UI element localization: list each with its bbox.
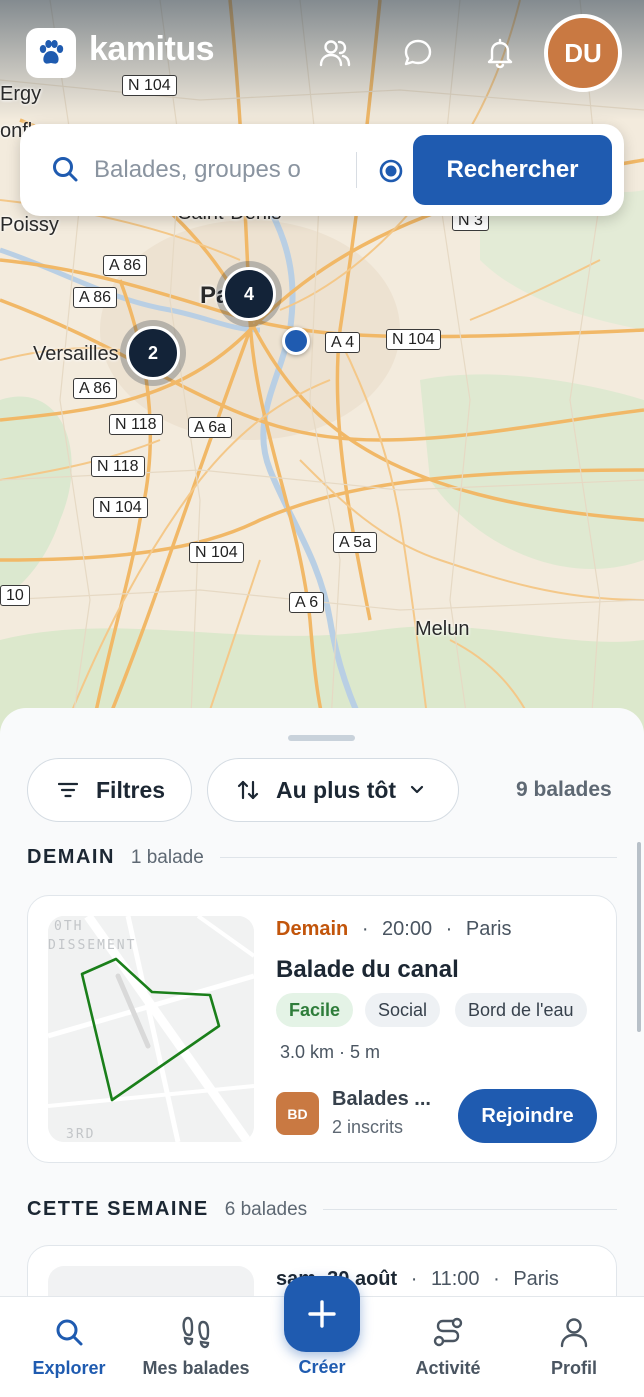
section-header: DEMAIN 1 balade	[27, 846, 617, 869]
walk-day: Demain	[276, 918, 349, 940]
road-label: A 4	[325, 332, 361, 353]
walk-time: 20:00	[382, 918, 433, 940]
nav-label: Activité	[415, 1358, 481, 1378]
locate-me-button[interactable]	[372, 152, 410, 190]
cluster-count: 2	[147, 342, 158, 363]
map-cluster-marker[interactable]: 2	[126, 326, 180, 380]
section-count: 6 balades	[224, 1198, 308, 1220]
messages-button[interactable]	[398, 33, 438, 73]
participants-count: 2 inscrits	[332, 1117, 404, 1137]
filter-icon	[58, 782, 78, 798]
user-icon	[557, 1315, 591, 1349]
create-walk-button[interactable]	[284, 1276, 360, 1352]
search-button[interactable]: Rechercher	[413, 135, 612, 205]
road-label: A 86	[103, 255, 148, 276]
map-cluster-marker[interactable]: 4	[222, 267, 276, 321]
route-map-thumbnail: 0TH DISSEMENT 3RD	[48, 916, 254, 1142]
place-label: Melun	[415, 618, 470, 640]
scrollbar[interactable]	[637, 842, 641, 1032]
nav-label: Explorer	[32, 1358, 106, 1378]
app-logo[interactable]	[26, 28, 76, 78]
profile-avatar[interactable]: DU	[544, 14, 622, 92]
road-label: A 5a	[333, 532, 378, 553]
app-header: kamitus DU	[0, 0, 644, 110]
groups-icon	[319, 40, 351, 67]
road-label: N 104	[93, 497, 148, 518]
walk-stats: 3.0 km · 5 m	[280, 1042, 381, 1062]
nav-profile[interactable]: Profil	[509, 1315, 639, 1379]
sort-dropdown[interactable]: Au plus tôt	[207, 758, 459, 822]
road-label: 10	[0, 585, 30, 606]
place-label: Poissy	[0, 214, 59, 236]
search-input[interactable]	[94, 150, 340, 190]
search-icon	[52, 1315, 86, 1349]
road-label: N 118	[91, 456, 145, 477]
walk-city: Paris	[513, 1268, 559, 1290]
road-label: A 6	[289, 592, 325, 613]
footprints-icon	[179, 1315, 213, 1349]
sort-icon	[237, 780, 259, 800]
filters-button[interactable]: Filtres	[27, 758, 192, 822]
organizer-name: Balades ...	[332, 1088, 431, 1110]
category-tag: Social	[365, 993, 441, 1027]
walk-meta: Demain · 20:00 · Paris	[276, 918, 512, 940]
filters-label: Filtres	[96, 776, 166, 803]
activity-icon	[431, 1315, 465, 1349]
notifications-button[interactable]	[480, 33, 520, 73]
section-divider	[323, 1209, 617, 1210]
cluster-count: 4	[243, 283, 254, 304]
paw-icon	[39, 40, 64, 64]
organizer-avatar: BD	[276, 1092, 319, 1135]
road-label: N 104	[386, 329, 441, 350]
category-tag: Bord de l'eau	[455, 993, 587, 1027]
sort-label: Au plus tôt	[276, 776, 397, 803]
road-label: A 86	[73, 287, 118, 308]
walk-city: Paris	[465, 918, 512, 940]
current-location-marker	[282, 327, 310, 355]
nav-label: Mes balades	[142, 1358, 250, 1378]
chat-icon	[404, 39, 432, 66]
difficulty-tag: Facile	[276, 993, 354, 1027]
road-label: A 6a	[188, 417, 233, 438]
map[interactable]: Ergy onfl Poissy Saint-Denis Pa Versaill…	[0, 0, 644, 740]
chevron-down-icon	[410, 785, 424, 794]
results-count: 9 balades	[516, 778, 612, 801]
section-header: CETTE SEMAINE 6 balades	[27, 1198, 617, 1221]
section-divider	[219, 857, 617, 858]
app-name: kamitus	[89, 30, 215, 68]
nav-explorer[interactable]: Explorer	[4, 1315, 134, 1379]
groups-button[interactable]	[315, 33, 355, 73]
place-label: Versailles	[33, 343, 119, 365]
walk-card[interactable]: 0TH DISSEMENT 3RD Demain · 20:00 · Paris…	[27, 895, 617, 1163]
route-map: 0TH DISSEMENT 3RD	[48, 916, 254, 1142]
search-divider	[356, 152, 357, 188]
join-button[interactable]: Rejoindre	[458, 1089, 597, 1143]
target-icon	[379, 159, 403, 183]
map-text: 0TH	[54, 919, 83, 934]
road-label: N 118	[109, 414, 163, 435]
map-text: 3RD	[66, 1127, 95, 1142]
nav-my-walks[interactable]: Mes balades	[131, 1315, 261, 1379]
walk-time: 11:00	[430, 1268, 480, 1290]
plus-icon	[308, 1300, 336, 1328]
section-title: CETTE SEMAINE	[27, 1198, 209, 1220]
road-label: A 86	[73, 378, 118, 399]
search-bar: Rechercher	[20, 124, 624, 216]
search-icon	[50, 154, 80, 184]
nav-activity[interactable]: Activité	[383, 1315, 513, 1379]
walk-title: Balade du canal	[276, 956, 459, 983]
bell-icon	[487, 38, 513, 69]
section-title: DEMAIN	[27, 846, 115, 868]
nav-label: Profil	[550, 1358, 597, 1378]
nav-label-create: Créer	[298, 1357, 346, 1377]
map-text: DISSEMENT	[48, 938, 136, 953]
sheet-drag-handle[interactable]	[288, 735, 355, 741]
results-sheet: Filtres Au plus tôt 9 balades DEMAIN 1 b…	[0, 708, 644, 1308]
road-label: N 104	[189, 542, 244, 563]
section-count: 1 balade	[130, 846, 204, 868]
